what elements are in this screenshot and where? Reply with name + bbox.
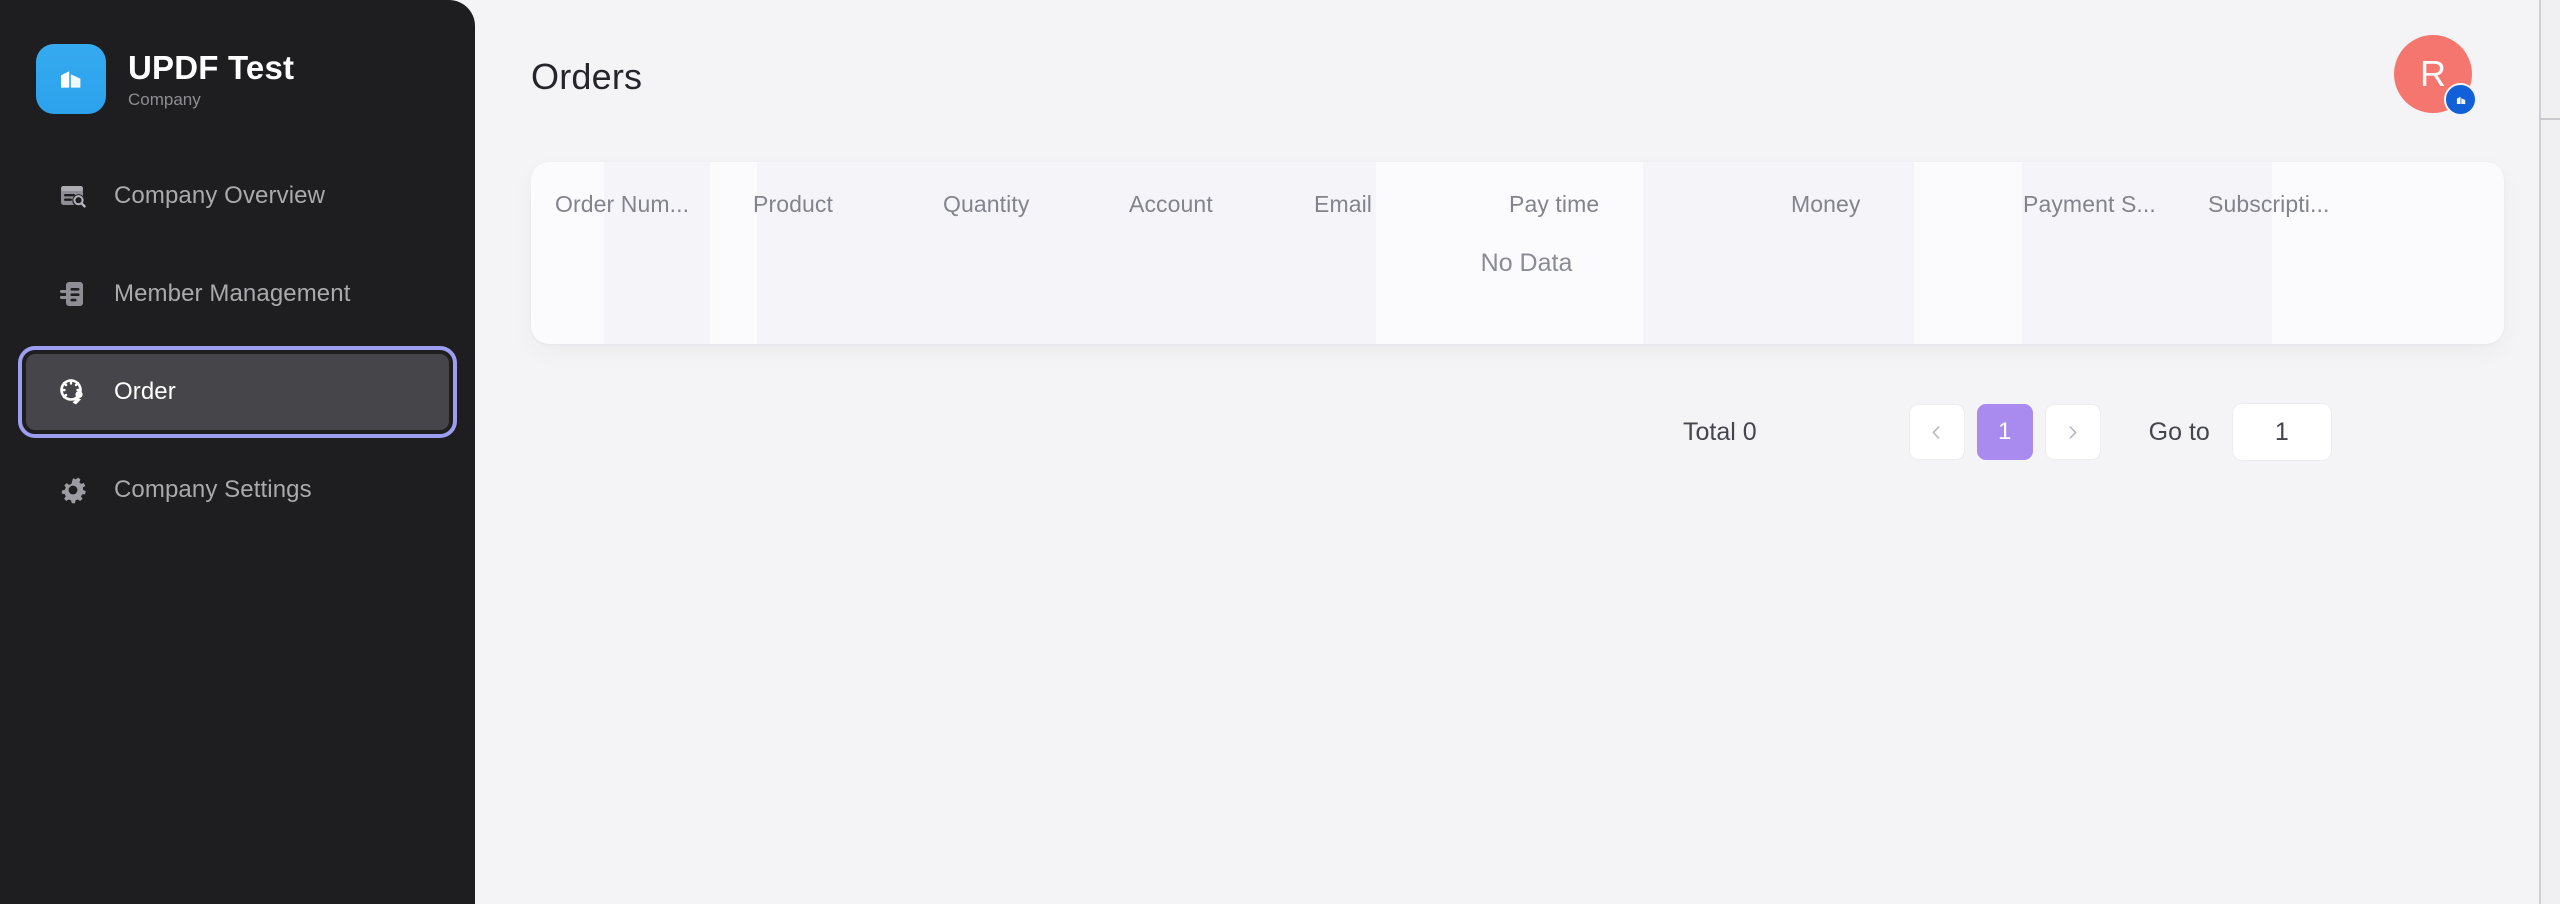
goto-page-input[interactable] bbox=[2231, 403, 2332, 461]
member-list-icon bbox=[56, 277, 90, 311]
column-header-payment-status[interactable]: Payment S... bbox=[2023, 191, 2208, 218]
pagination: Total 0 1 Go to bbox=[475, 384, 2560, 480]
column-header-order-number[interactable]: Order Num... bbox=[555, 191, 753, 218]
sidebar-item-label: Order bbox=[114, 378, 176, 405]
brand-subtitle: Company bbox=[128, 89, 201, 109]
sidebar-item-label: Member Management bbox=[114, 280, 351, 307]
table-body: No Data bbox=[531, 246, 2504, 344]
empty-state-text: No Data bbox=[1480, 249, 1573, 277]
sidebar-item-company-overview[interactable]: Company Overview bbox=[26, 158, 449, 234]
topbar: Orders R bbox=[475, 0, 2560, 148]
chevron-left-icon[interactable] bbox=[1908, 404, 1965, 460]
order-stamp-icon bbox=[56, 375, 90, 409]
pager-controls: 1 bbox=[1908, 404, 2101, 460]
sidebar-nav: Company Overview Member Management Order… bbox=[0, 158, 475, 528]
page-button-1[interactable]: 1 bbox=[1976, 404, 2033, 460]
sidebar: UPDF Test Company Company Overview Membe… bbox=[0, 0, 475, 904]
column-header-money[interactable]: Money bbox=[1791, 191, 2023, 218]
sidebar-item-label: Company Settings bbox=[114, 476, 312, 503]
right-gutter bbox=[2541, 0, 2560, 904]
column-header-pay-time[interactable]: Pay time bbox=[1509, 191, 1791, 218]
main-content: Orders R Order Num... Product Quantity A… bbox=[475, 0, 2560, 904]
window-edge-tick bbox=[2539, 118, 2560, 120]
document-search-icon bbox=[56, 179, 90, 213]
sidebar-item-member-management[interactable]: Member Management bbox=[26, 256, 449, 332]
sidebar-item-label: Company Overview bbox=[114, 182, 326, 209]
updf-building-icon bbox=[36, 44, 106, 114]
total-count-label: Total 0 bbox=[1683, 417, 1757, 446]
column-header-quantity[interactable]: Quantity bbox=[943, 191, 1129, 218]
updf-badge-icon bbox=[2444, 83, 2477, 116]
column-header-email[interactable]: Email bbox=[1314, 191, 1509, 218]
brand: UPDF Test Company bbox=[0, 28, 475, 124]
orders-table-card: Order Num... Product Quantity Account Em… bbox=[531, 162, 2504, 344]
table-header-row: Order Num... Product Quantity Account Em… bbox=[531, 162, 2504, 246]
goto-label: Go to bbox=[2148, 417, 2210, 446]
app-root: UPDF Test Company Company Overview Membe… bbox=[0, 0, 2560, 904]
window-edge-rule bbox=[2539, 0, 2541, 904]
column-header-account[interactable]: Account bbox=[1129, 191, 1314, 218]
avatar-wrapper: R bbox=[2394, 35, 2477, 116]
gear-icon bbox=[56, 473, 90, 507]
column-header-product[interactable]: Product bbox=[753, 191, 943, 218]
page-title: Orders bbox=[531, 56, 643, 97]
brand-name: UPDF Test bbox=[128, 48, 295, 86]
chevron-right-icon[interactable] bbox=[2044, 404, 2101, 460]
column-header-subscription[interactable]: Subscripti... bbox=[2208, 191, 2438, 218]
sidebar-item-company-settings[interactable]: Company Settings bbox=[26, 452, 449, 528]
sidebar-item-order[interactable]: Order bbox=[18, 346, 457, 438]
